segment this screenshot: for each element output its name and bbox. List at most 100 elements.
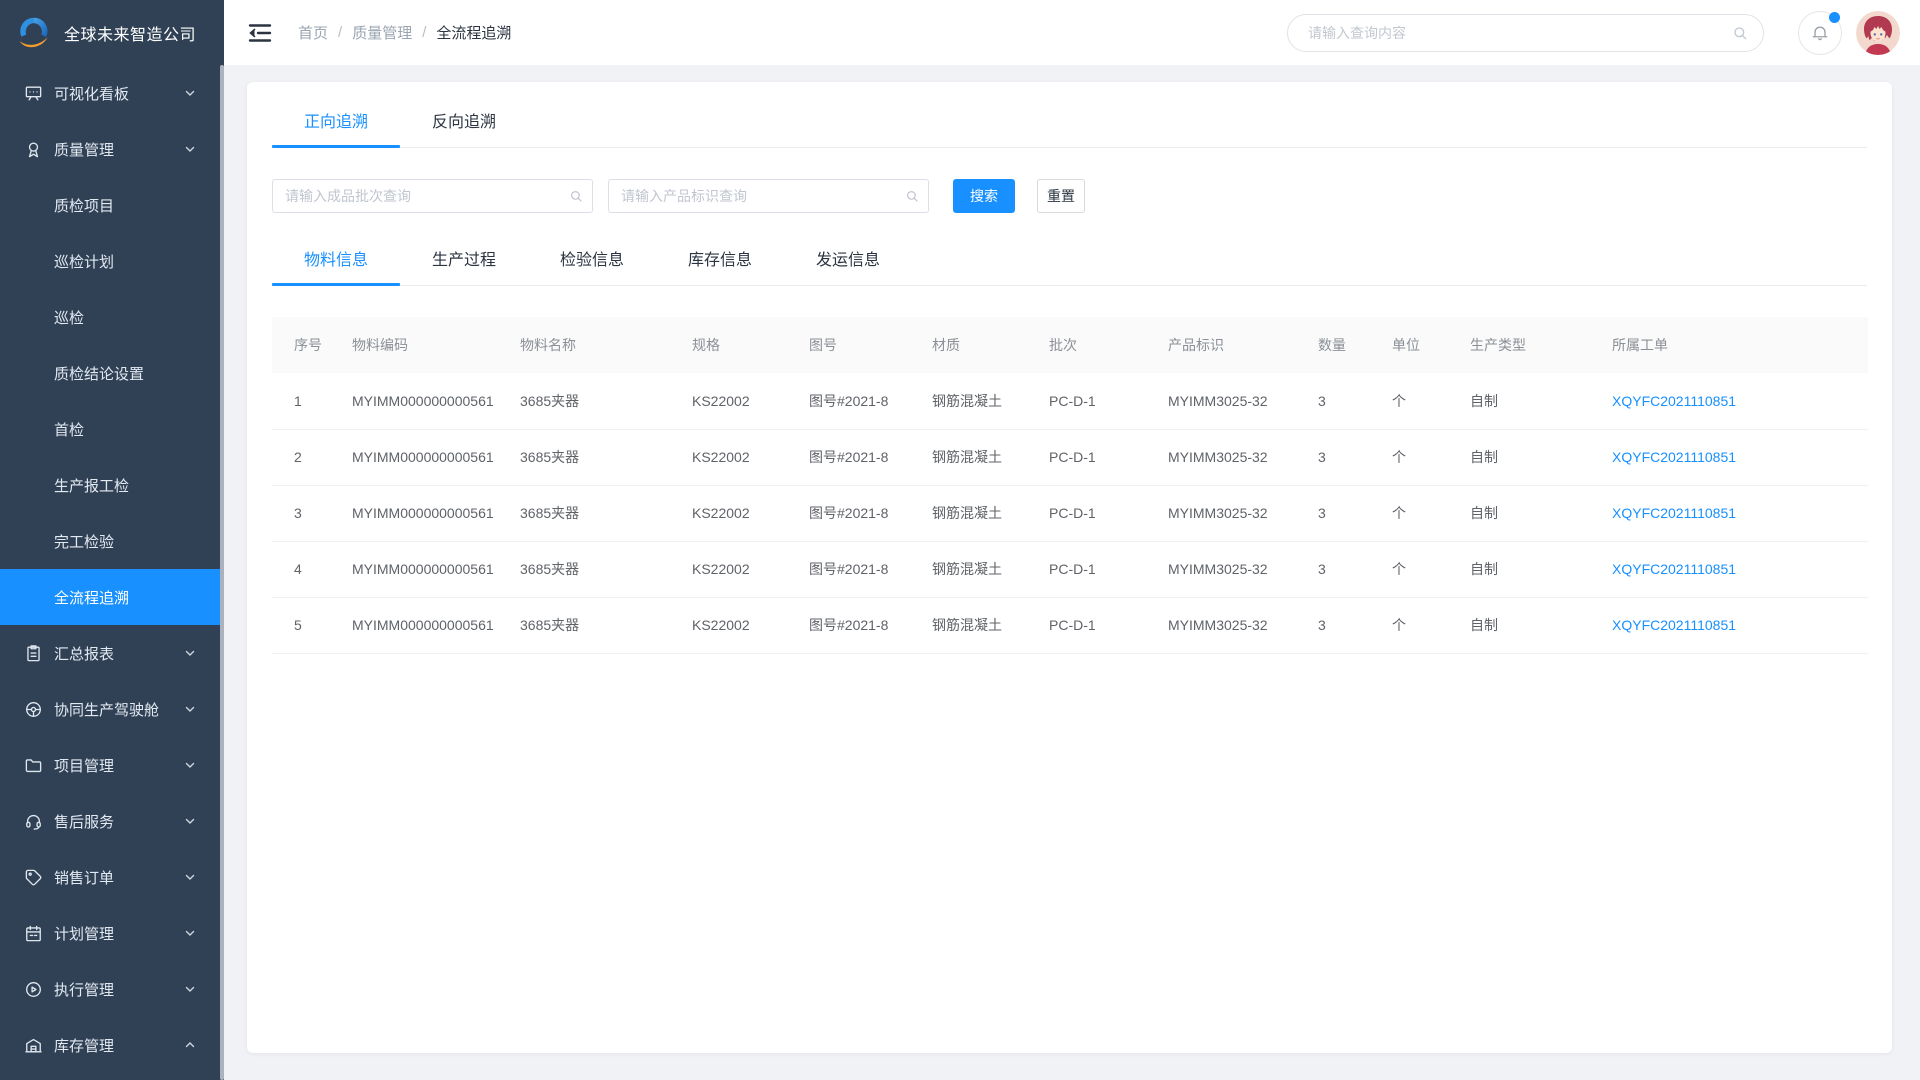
- table-row: 3MYIMM0000000005613685夹器KS22002图号#2021-8…: [272, 485, 1868, 541]
- sidebar-item[interactable]: 执行管理: [0, 961, 220, 1017]
- work-order-link[interactable]: XQYFC2021110851: [1612, 617, 1736, 633]
- table-cell: XQYFC2021110851: [1612, 429, 1868, 485]
- table-cell: 3685夹器: [520, 485, 692, 541]
- material-info-table: 序号物料编码物料名称规格图号材质批次产品标识数量单位生产类型所属工单 1MYIM…: [272, 317, 1868, 654]
- breadcrumb-separator: /: [422, 24, 426, 41]
- sidebar-item[interactable]: 质检结论设置: [0, 345, 220, 401]
- execute-icon: [24, 980, 43, 999]
- work-order-link[interactable]: XQYFC2021110851: [1612, 393, 1736, 409]
- chevron-down-icon: [184, 143, 196, 155]
- work-order-link[interactable]: XQYFC2021110851: [1612, 449, 1736, 465]
- table-cell: 3: [272, 485, 352, 541]
- breadcrumb-home[interactable]: 首页: [298, 22, 328, 43]
- table-cell: 3: [1318, 485, 1392, 541]
- table-cell: 5: [272, 597, 352, 653]
- sidebar-item-label: 全流程追溯: [54, 587, 129, 608]
- sidebar-item[interactable]: 售后服务: [0, 793, 220, 849]
- breadcrumb-quality[interactable]: 质量管理: [352, 22, 412, 43]
- search-icon[interactable]: [1732, 25, 1748, 41]
- sidebar-item[interactable]: 巡检计划: [0, 233, 220, 289]
- topbar: 首页 / 质量管理 / 全流程追溯: [224, 0, 1920, 65]
- column-header: 规格: [692, 317, 809, 373]
- sidebar-fold-icon[interactable]: [248, 21, 274, 45]
- user-avatar[interactable]: [1856, 11, 1900, 55]
- table-cell: 钢筋混凝土: [932, 429, 1049, 485]
- chevron-up-icon: [184, 1039, 196, 1051]
- table-cell: 4: [272, 541, 352, 597]
- product-id-search-input[interactable]: [608, 179, 929, 213]
- chevron-down-icon: [184, 87, 196, 99]
- sidebar-scrollbar[interactable]: [220, 65, 224, 1080]
- info-tab[interactable]: 库存信息: [656, 246, 784, 285]
- search-button[interactable]: 搜索: [953, 179, 1015, 213]
- sidebar-item[interactable]: 汇总报表: [0, 625, 220, 681]
- sidebar-item[interactable]: 全流程追溯: [0, 569, 220, 625]
- global-search-input[interactable]: [1287, 14, 1764, 52]
- sidebar-item-label: 计划管理: [54, 923, 114, 944]
- search-icon: [569, 189, 583, 203]
- sidebar-item[interactable]: 巡检: [0, 289, 220, 345]
- reset-button[interactable]: 重置: [1037, 179, 1085, 213]
- table-header-row: 序号物料编码物料名称规格图号材质批次产品标识数量单位生产类型所属工单: [272, 317, 1868, 373]
- quality-icon: [24, 140, 43, 159]
- table-cell: XQYFC2021110851: [1612, 373, 1868, 429]
- column-header: 物料名称: [520, 317, 692, 373]
- sidebar-item[interactable]: 生产报工检: [0, 457, 220, 513]
- table-cell: PC-D-1: [1049, 373, 1168, 429]
- table-row: 4MYIMM0000000005613685夹器KS22002图号#2021-8…: [272, 541, 1868, 597]
- sidebar-item-label: 可视化看板: [54, 83, 129, 104]
- chevron-down-icon: [184, 983, 196, 995]
- trace-direction-tabs: 正向追溯反向追溯: [272, 108, 1867, 148]
- table-row: 2MYIMM0000000005613685夹器KS22002图号#2021-8…: [272, 429, 1868, 485]
- sidebar-item[interactable]: 可视化看板: [0, 65, 220, 121]
- sidebar-item[interactable]: 项目管理: [0, 737, 220, 793]
- sidebar-item[interactable]: 质检项目: [0, 177, 220, 233]
- table-cell: KS22002: [692, 597, 809, 653]
- sidebar-item-label: 售后服务: [54, 811, 114, 832]
- table-cell: 个: [1392, 373, 1470, 429]
- sidebar-item[interactable]: 质量管理: [0, 121, 220, 177]
- trace-tab[interactable]: 反向追溯: [400, 108, 528, 147]
- notification-button[interactable]: [1798, 11, 1842, 55]
- info-tab[interactable]: 生产过程: [400, 246, 528, 285]
- sidebar-item-label: 完工检验: [54, 531, 114, 552]
- trace-tab[interactable]: 正向追溯: [272, 108, 400, 147]
- sidebar-item[interactable]: 首检: [0, 401, 220, 457]
- column-header: 数量: [1318, 317, 1392, 373]
- work-order-link[interactable]: XQYFC2021110851: [1612, 505, 1736, 521]
- chevron-down-icon: [184, 871, 196, 883]
- table-row: 1MYIMM0000000005613685夹器KS22002图号#2021-8…: [272, 373, 1868, 429]
- sidebar-item-label: 汇总报表: [54, 643, 114, 664]
- sidebar-item[interactable]: 协同生产驾驶舱: [0, 681, 220, 737]
- table-cell: 个: [1392, 541, 1470, 597]
- table-cell: MYIMM000000000561: [352, 429, 520, 485]
- sidebar-item[interactable]: 销售订单: [0, 849, 220, 905]
- batch-search-input[interactable]: [272, 179, 593, 213]
- table-cell: 个: [1392, 597, 1470, 653]
- column-header: 图号: [809, 317, 932, 373]
- table-cell: 图号#2021-8: [809, 429, 932, 485]
- sidebar-item[interactable]: 计划管理: [0, 905, 220, 961]
- info-tab[interactable]: 发运信息: [784, 246, 912, 285]
- work-order-link[interactable]: XQYFC2021110851: [1612, 561, 1736, 577]
- table-cell: MYIMM000000000561: [352, 541, 520, 597]
- sidebar-item[interactable]: 完工检验: [0, 513, 220, 569]
- table-cell: MYIMM3025-32: [1168, 429, 1318, 485]
- table-cell: 3685夹器: [520, 429, 692, 485]
- aftersales-icon: [24, 812, 43, 831]
- global-search: [1287, 14, 1764, 52]
- table-cell: 个: [1392, 429, 1470, 485]
- chevron-down-icon: [184, 759, 196, 771]
- info-tab[interactable]: 物料信息: [272, 246, 400, 285]
- table-cell: KS22002: [692, 373, 809, 429]
- table-cell: MYIMM3025-32: [1168, 597, 1318, 653]
- table-cell: PC-D-1: [1049, 485, 1168, 541]
- table-cell: XQYFC2021110851: [1612, 597, 1868, 653]
- sidebar-item[interactable]: 库存管理: [0, 1017, 220, 1073]
- sidebar: 全球未来智造公司 可视化看板质量管理质检项目巡检计划巡检质检结论设置首检生产报工…: [0, 0, 224, 1080]
- table-cell: 图号#2021-8: [809, 373, 932, 429]
- table-cell: 图号#2021-8: [809, 541, 932, 597]
- table-cell: MYIMM3025-32: [1168, 485, 1318, 541]
- info-tab[interactable]: 检验信息: [528, 246, 656, 285]
- table-cell: 钢筋混凝土: [932, 597, 1049, 653]
